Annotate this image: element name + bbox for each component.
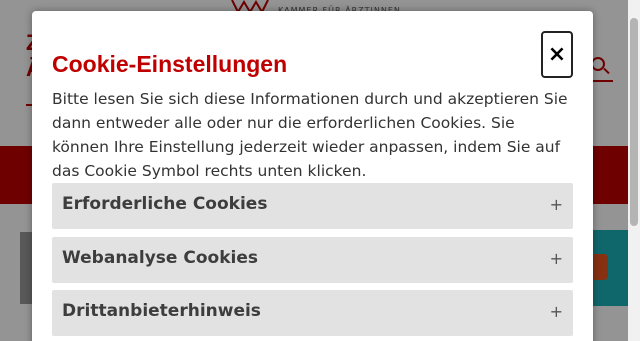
plus-icon: + bbox=[549, 195, 563, 214]
accordion-third-party-notice[interactable]: Drittanbieterhinweis + bbox=[52, 290, 573, 336]
scrollbar-thumb[interactable] bbox=[630, 18, 638, 226]
dialog-intro-text: Bitte lesen Sie sich diese Informationen… bbox=[52, 90, 568, 180]
accordion-label: Webanalyse Cookies bbox=[62, 248, 258, 268]
accordion-label: Drittanbieterhinweis bbox=[62, 301, 261, 321]
cookie-settings-dialog: Cookie-Einstellungen × Bitte lesen Sie s… bbox=[32, 11, 593, 341]
plus-icon: + bbox=[549, 302, 563, 321]
close-button[interactable]: × bbox=[541, 31, 573, 78]
page-scrollbar[interactable] bbox=[628, 0, 640, 341]
plus-icon: + bbox=[549, 249, 563, 268]
accordion-analytics-cookies[interactable]: Webanalyse Cookies + bbox=[52, 237, 573, 283]
accordion-label: Erforderliche Cookies bbox=[62, 194, 268, 214]
accordion-required-cookies[interactable]: Erforderliche Cookies + bbox=[52, 183, 573, 229]
dialog-title: Cookie-Einstellungen bbox=[52, 51, 288, 77]
